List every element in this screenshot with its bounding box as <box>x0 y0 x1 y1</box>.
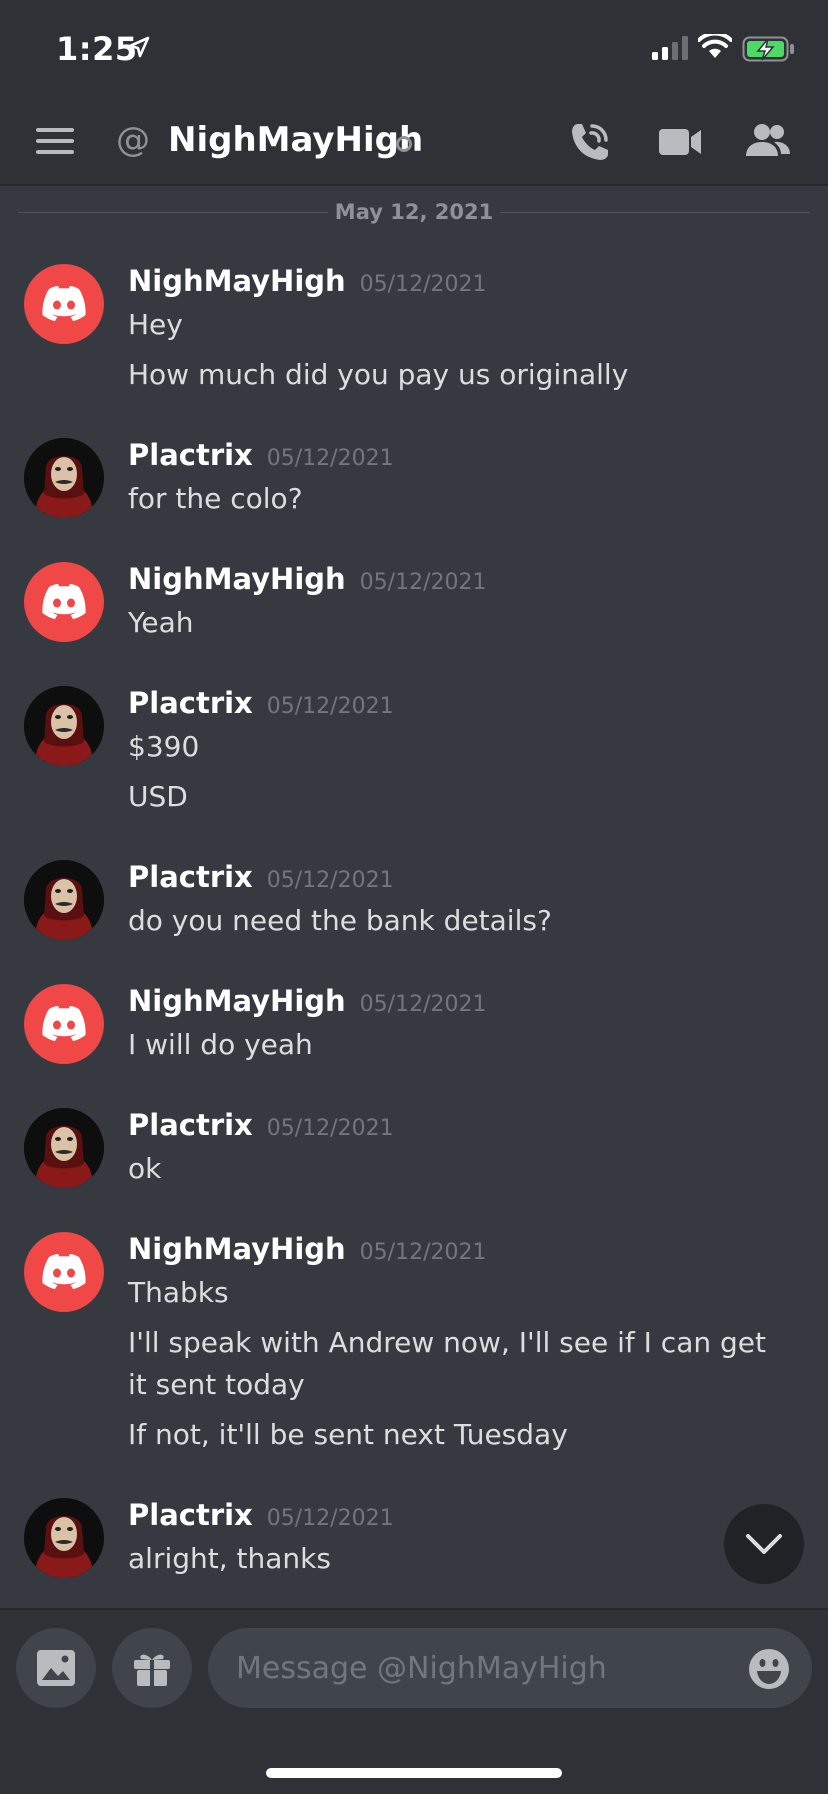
message-text: I'll speak with Andrew now, I'll see if … <box>128 1326 766 1401</box>
dm-recipient-name[interactable]: NighMayHigh <box>168 120 423 160</box>
message-text: $390 <box>128 730 200 763</box>
video-call-icon[interactable] <box>658 126 702 158</box>
message-author[interactable]: NighMayHigh 05/12/2021 <box>128 1232 486 1266</box>
gift-icon <box>134 1654 170 1686</box>
home-indicator <box>266 1768 562 1778</box>
masked-figure-icon <box>24 438 104 518</box>
message-composer <box>0 1608 828 1794</box>
avatar[interactable] <box>24 264 104 344</box>
jump-to-bottom-button[interactable] <box>724 1504 804 1584</box>
avatar[interactable] <box>24 984 104 1064</box>
avatar[interactable] <box>24 1498 104 1578</box>
message-timestamp: 05/12/2021 <box>266 694 394 719</box>
message-timestamp: 05/12/2021 <box>266 1116 394 1141</box>
location-arrow-icon <box>128 36 150 58</box>
message-input[interactable] <box>208 1628 812 1708</box>
message-timestamp: 05/12/2021 <box>266 868 394 893</box>
avatar[interactable] <box>24 1108 104 1188</box>
message-text: for the colo? <box>128 482 303 515</box>
message-timestamp: 05/12/2021 <box>266 1506 394 1531</box>
status-bar: 1:25 <box>0 0 828 100</box>
message-text: Hey <box>128 308 183 341</box>
at-sign-icon: @ <box>116 120 150 160</box>
message-timestamp: 05/12/2021 <box>359 570 487 595</box>
avatar[interactable] <box>24 438 104 518</box>
avatar[interactable] <box>24 686 104 766</box>
message-author[interactable]: Plactrix 05/12/2021 <box>128 860 394 894</box>
message-timestamp: 05/12/2021 <box>359 1240 487 1265</box>
message-text: If not, it'll be sent next Tuesday <box>128 1418 568 1451</box>
message-author[interactable]: Plactrix 05/12/2021 <box>128 438 394 472</box>
message-text: alright, thanks <box>128 1542 331 1575</box>
message-timestamp: 05/12/2021 <box>359 272 487 297</box>
avatar[interactable] <box>24 562 104 642</box>
message-text: How much did you pay us originally <box>128 358 629 391</box>
message-timestamp: 05/12/2021 <box>266 446 394 471</box>
discord-logo-icon <box>42 1254 86 1289</box>
masked-figure-icon <box>24 1498 104 1578</box>
message-text: do you need the bank details? <box>128 904 552 937</box>
emoji-picker-icon[interactable] <box>748 1648 790 1690</box>
upload-image-button[interactable] <box>16 1628 96 1708</box>
offline-status-icon <box>396 136 412 152</box>
image-icon <box>37 1650 75 1686</box>
masked-figure-icon <box>24 860 104 940</box>
date-divider: May 12, 2021 <box>18 200 810 224</box>
message-text: Thabks <box>128 1276 229 1309</box>
masked-figure-icon <box>24 1108 104 1188</box>
discord-logo-icon <box>42 584 86 619</box>
chevron-down-icon <box>746 1534 782 1554</box>
avatar[interactable] <box>24 1232 104 1312</box>
message-text: Yeah <box>128 606 194 639</box>
message-author[interactable]: Plactrix 05/12/2021 <box>128 1498 394 1532</box>
message-author[interactable]: Plactrix 05/12/2021 <box>128 686 394 720</box>
message-text: ok <box>128 1152 162 1185</box>
message-author[interactable]: NighMayHigh 05/12/2021 <box>128 984 486 1018</box>
voice-call-icon[interactable] <box>568 120 612 164</box>
hamburger-menu-icon[interactable] <box>36 126 76 156</box>
message-author[interactable]: NighMayHigh 05/12/2021 <box>128 562 486 596</box>
channel-header: @ NighMayHigh <box>0 100 828 186</box>
clock-time: 1:25 <box>56 30 138 68</box>
cellular-signal-icon <box>652 36 688 60</box>
members-list-icon[interactable] <box>744 122 792 160</box>
message-text: I will do yeah <box>128 1028 313 1061</box>
gift-nitro-button[interactable] <box>112 1628 192 1708</box>
avatar[interactable] <box>24 860 104 940</box>
message-author[interactable]: NighMayHigh 05/12/2021 <box>128 264 486 298</box>
divider-line-right <box>500 212 810 213</box>
discord-logo-icon <box>42 1006 86 1041</box>
message-text: USD <box>128 780 188 813</box>
battery-charging-icon <box>742 36 794 62</box>
masked-figure-icon <box>24 686 104 766</box>
discord-logo-icon <box>42 286 86 321</box>
message-timestamp: 05/12/2021 <box>359 992 487 1017</box>
wifi-icon <box>698 34 732 58</box>
message-author[interactable]: Plactrix 05/12/2021 <box>128 1108 394 1142</box>
